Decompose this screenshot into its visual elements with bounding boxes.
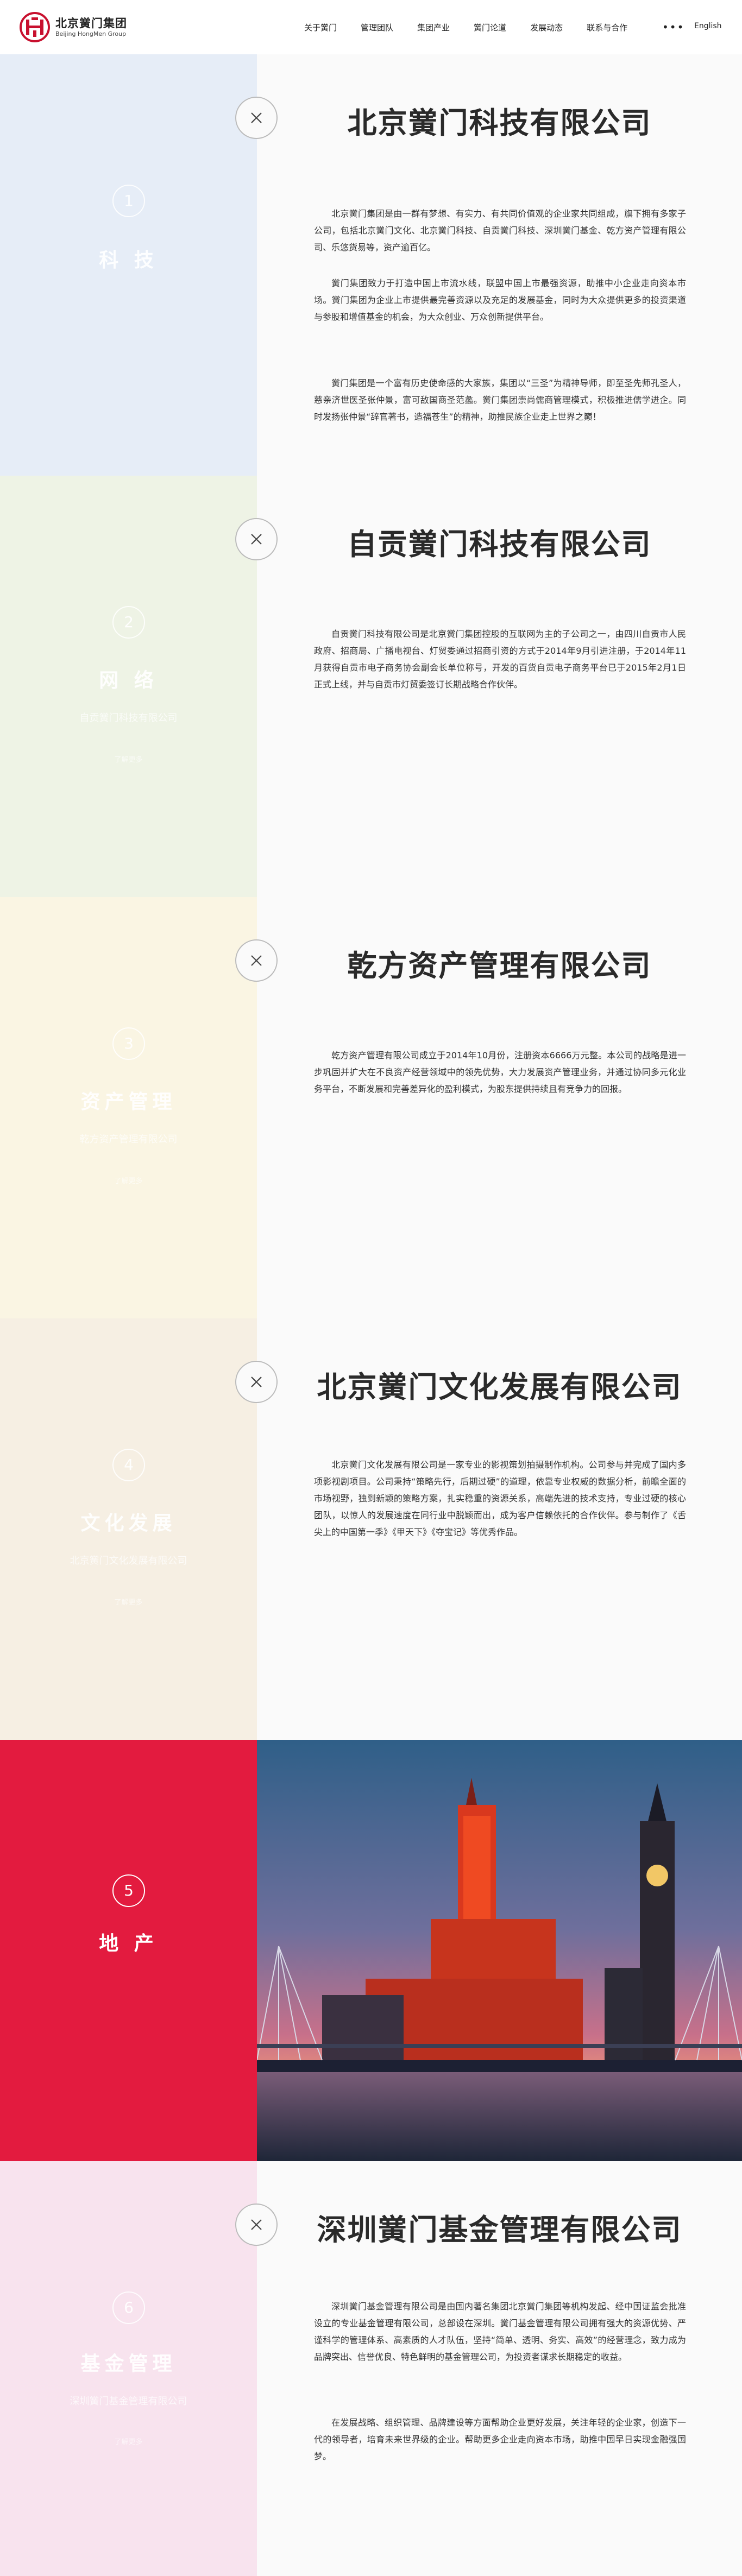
close-icon <box>251 1377 262 1387</box>
industry-panel-zichan[interactable]: 3 资产管理 乾方资产管理有限公司 了解更多 <box>0 897 257 1318</box>
learn-more-link[interactable]: 了解更多 <box>0 2436 257 2446</box>
company-paragraph: 北京黉门集团是由一群有梦想、有实力、有共同价值观的企业家共同组成，旗下拥有多家子… <box>314 209 686 252</box>
section-number: 4 <box>112 1449 145 1481</box>
industry-name: 网 络 <box>99 670 158 692</box>
industry-panel-jijin[interactable]: 6 基金管理 深圳黉门基金管理有限公司 了解更多 <box>0 2161 257 2576</box>
company-title: 乾方资产管理有限公司 <box>347 949 652 983</box>
company-paragraph: 在发展战略、组织管理、品牌建设等方面帮助企业更好发展，关注年轻的企业家，创造下一… <box>314 2417 686 2461</box>
industry-panel-wenhua[interactable]: 4 文化发展 北京黉门文化发展有限公司 了解更多 <box>0 1318 257 1740</box>
close-button[interactable] <box>235 2204 278 2246</box>
nav-contact[interactable]: 联系与合作 <box>587 22 627 33</box>
company-paragraph: 深圳黉门基金管理有限公司是由国内著名集团北京黉门集团等机构发起、经中国证监会批准… <box>314 2301 686 2362</box>
industry-name: 文化发展 <box>80 1512 177 1535</box>
nav-team[interactable]: 管理团队 <box>361 22 393 33</box>
site-header: 北京黉门集团 Beijing HongMen Group 关于黉门 管理团队 集… <box>0 0 742 54</box>
close-button[interactable] <box>235 97 278 139</box>
main-nav: 关于黉门 管理团队 集团产业 黉门论道 发展动态 联系与合作 <box>304 22 651 33</box>
logo-subtitle: Beijing HongMen Group <box>55 30 127 37</box>
nav-industry[interactable]: 集团产业 <box>417 22 450 33</box>
nav-forum[interactable]: 黉门论道 <box>474 22 506 33</box>
nav-about[interactable]: 关于黉门 <box>304 22 337 33</box>
section-wangluo: 2 网 络 自贡黉门科技有限公司 了解更多 自贡黉门科技有限公司 自贡黉门科技有… <box>0 476 742 897</box>
city-skyline-image <box>257 1740 742 2161</box>
more-menu-icon[interactable]: ••• <box>662 21 684 34</box>
company-title: 北京黉门文化发展有限公司 <box>317 1370 682 1404</box>
industry-panel-dichan[interactable]: 5 地 产 <box>0 1740 257 2161</box>
company-paragraph: 黉门集团是一个富有历史使命感的大家族，集团以“三圣”为精神导师，即至圣先师孔圣人… <box>314 378 686 422</box>
learn-more-link[interactable]: 了解更多 <box>0 1596 257 1607</box>
section-number: 1 <box>112 185 145 217</box>
section-number: 2 <box>112 606 145 639</box>
industry-panel-wangluo[interactable]: 2 网 络 自贡黉门科技有限公司 了解更多 <box>0 476 257 897</box>
section-number: 6 <box>112 2291 145 2324</box>
industry-company: 自贡黉门科技有限公司 <box>79 712 178 724</box>
company-title: 自贡黉门科技有限公司 <box>347 527 652 561</box>
site-logo[interactable]: 北京黉门集团 Beijing HongMen Group <box>18 11 127 43</box>
company-paragraph: 黉门集团致力于打造中国上市流水线，联盟中国上市最强资源，助推中小企业走向资本市场… <box>314 278 686 322</box>
section-wenhua: 4 文化发展 北京黉门文化发展有限公司 了解更多 北京黉门文化发展有限公司 北京… <box>0 1318 742 1740</box>
close-icon <box>251 955 262 966</box>
industry-company: 深圳黉门基金管理有限公司 <box>70 2396 187 2407</box>
close-icon <box>251 534 262 545</box>
section-dichan: 5 地 产 <box>0 1740 742 2161</box>
company-paragraph: 北京黉门文化发展有限公司是一家专业的影视策划拍摄制作机构。公司参与并完成了国内多… <box>314 1460 686 1537</box>
close-button[interactable] <box>235 1361 278 1403</box>
hongmen-logo-icon <box>20 12 50 42</box>
company-paragraph: 乾方资产管理有限公司成立于2014年10月份，注册资本6666万元整。本公司的战… <box>314 1050 686 1094</box>
close-icon <box>251 112 262 123</box>
section-zichan: 3 资产管理 乾方资产管理有限公司 了解更多 乾方资产管理有限公司 乾方资产管理… <box>0 897 742 1318</box>
industry-panel-keji[interactable]: 1 科 技 <box>0 54 257 476</box>
learn-more-link[interactable]: 了解更多 <box>0 754 257 764</box>
industry-name: 资产管理 <box>80 1091 177 1113</box>
nav-news[interactable]: 发展动态 <box>530 22 563 33</box>
close-button[interactable] <box>235 518 278 560</box>
company-paragraph: 自贡黉门科技有限公司是北京黉门集团控股的互联网为主的子公司之一，由四川自贡市人民… <box>314 629 686 690</box>
company-title: 北京黉门科技有限公司 <box>347 106 652 140</box>
section-jijin: 6 基金管理 深圳黉门基金管理有限公司 了解更多 深圳黉门基金管理有限公司 深圳… <box>0 2161 742 2576</box>
section-keji: 1 科 技 北京黉门科技有限公司 北京黉门集团是由一群有梦想、有实力、有共同价值… <box>0 54 742 476</box>
company-title: 深圳黉门基金管理有限公司 <box>317 2213 682 2247</box>
industry-company: 北京黉门文化发展有限公司 <box>70 1555 187 1567</box>
london-parliament-photo <box>257 1740 742 2161</box>
industry-name: 科 技 <box>99 249 158 272</box>
close-button[interactable] <box>235 939 278 982</box>
section-number: 5 <box>112 1874 145 1907</box>
industry-name: 地 产 <box>99 1933 158 1955</box>
learn-more-link[interactable]: 了解更多 <box>0 1175 257 1185</box>
close-icon <box>251 2219 262 2230</box>
industry-company: 乾方资产管理有限公司 <box>79 1134 178 1145</box>
language-switch[interactable]: English <box>694 22 722 30</box>
logo-title: 北京黉门集团 <box>55 17 127 30</box>
industry-name: 基金管理 <box>80 2353 177 2375</box>
section-number: 3 <box>112 1027 145 1060</box>
